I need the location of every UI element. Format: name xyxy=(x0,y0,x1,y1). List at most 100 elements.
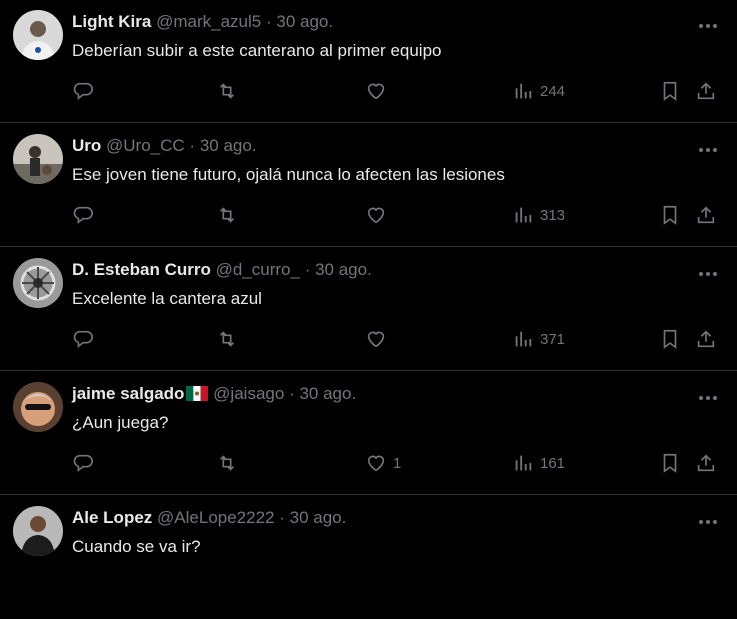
retweet-icon xyxy=(216,328,238,350)
retweet-button[interactable] xyxy=(216,326,238,352)
separator-dot: · xyxy=(265,12,272,31)
separator-dot: · xyxy=(189,136,196,155)
bookmark-button[interactable] xyxy=(659,326,681,352)
retweet-button[interactable] xyxy=(216,202,238,228)
reply-button[interactable] xyxy=(72,326,94,352)
tweet-actions: 244 xyxy=(72,78,720,104)
reply-button[interactable] xyxy=(72,202,94,228)
author-handle[interactable]: @jaisago xyxy=(213,384,284,403)
tweet-header: Light Kira @mark_azul5 · 30 ago. xyxy=(72,11,333,33)
tweet-date[interactable]: 30 ago. xyxy=(290,508,347,527)
heart-icon xyxy=(365,80,387,102)
views-count: 161 xyxy=(540,454,566,472)
author-name[interactable]: Ale Lopez xyxy=(72,508,152,527)
avatar[interactable] xyxy=(13,506,63,556)
more-dots-icon[interactable] xyxy=(697,142,719,152)
views-button[interactable]: 244 xyxy=(512,78,565,104)
tweet-item[interactable]: jaime salgado @jaisago · 30 ago. ¿Aun ju… xyxy=(0,372,737,495)
retweet-button[interactable] xyxy=(216,450,238,476)
separator-dot: · xyxy=(289,384,295,403)
views-button[interactable]: 161 xyxy=(512,450,565,476)
separator-dot: · xyxy=(279,508,285,527)
bookmark-icon xyxy=(659,80,681,102)
bookmark-icon xyxy=(659,328,681,350)
avatar[interactable] xyxy=(13,134,63,184)
author-handle[interactable]: @Uro_CC xyxy=(106,136,185,155)
share-button[interactable] xyxy=(695,326,717,352)
views-count: 371 xyxy=(540,330,566,348)
author-name[interactable]: jaime salgado xyxy=(72,384,184,403)
tweet-text: Ese joven tiene futuro, ojalá nunca lo a… xyxy=(72,165,505,184)
like-button[interactable] xyxy=(365,78,393,104)
heart-icon xyxy=(365,328,387,350)
tweet-date[interactable]: 30 ago. xyxy=(315,260,372,279)
retweet-icon xyxy=(216,204,238,226)
author-handle[interactable]: @mark_azul5 xyxy=(156,12,261,31)
separator-dot: · xyxy=(304,260,311,279)
share-icon xyxy=(695,328,717,350)
bookmark-icon xyxy=(659,204,681,226)
tweet-item[interactable]: Light Kira @mark_azul5 · 30 ago. Debería… xyxy=(0,0,737,123)
tweet-text: Excelente la cantera azul xyxy=(72,289,262,308)
tweet-item[interactable]: D. Esteban Curro @d_curro_ · 30 ago. Exc… xyxy=(0,248,737,371)
views-count: 244 xyxy=(540,82,566,100)
views-bar-chart-icon xyxy=(512,452,534,474)
views-button[interactable]: 371 xyxy=(512,326,565,352)
views-count: 313 xyxy=(540,206,566,224)
reply-button[interactable] xyxy=(72,78,94,104)
reply-icon xyxy=(72,452,94,474)
avatar[interactable] xyxy=(13,258,63,308)
share-button[interactable] xyxy=(695,78,717,104)
tweet-actions: 371 xyxy=(72,326,720,352)
author-name[interactable]: Light Kira xyxy=(72,12,151,31)
bookmark-icon xyxy=(659,452,681,474)
heart-icon xyxy=(365,452,387,474)
retweet-icon xyxy=(216,80,238,102)
views-bar-chart-icon xyxy=(512,328,534,350)
more-dots-icon[interactable] xyxy=(697,266,719,276)
tweet-date[interactable]: 30 ago. xyxy=(299,384,356,403)
like-button[interactable] xyxy=(365,202,393,228)
tweet-item[interactable]: Uro @Uro_CC · 30 ago. Ese joven tiene fu… xyxy=(0,124,737,247)
mexico-flag-icon xyxy=(186,385,209,401)
more-dots-icon[interactable] xyxy=(697,514,719,524)
tweet-text: Deberían subir a este canterano al prime… xyxy=(72,41,442,60)
more-dots-icon[interactable] xyxy=(697,18,719,28)
bookmark-button[interactable] xyxy=(659,78,681,104)
share-button[interactable] xyxy=(695,202,717,228)
share-icon xyxy=(695,80,717,102)
author-name[interactable]: D. Esteban Curro xyxy=(72,260,211,279)
reply-icon xyxy=(72,204,94,226)
tweet-header: jaime salgado @jaisago · 30 ago. xyxy=(72,383,356,405)
avatar[interactable] xyxy=(13,382,63,432)
views-bar-chart-icon xyxy=(512,80,534,102)
tweet-text: ¿Aun juega? xyxy=(72,413,169,432)
author-handle[interactable]: @AleLope2222 xyxy=(157,508,274,527)
tweet-header: Uro @Uro_CC · 30 ago. xyxy=(72,135,257,157)
views-button[interactable]: 313 xyxy=(512,202,565,228)
like-button[interactable] xyxy=(365,326,393,352)
share-button[interactable] xyxy=(695,450,717,476)
reply-icon xyxy=(72,80,94,102)
tweet-date[interactable]: 30 ago. xyxy=(200,136,257,155)
tweet-date[interactable]: 30 ago. xyxy=(276,12,333,31)
tweet-item[interactable]: Ale Lopez @AleLope2222 · 30 ago. Cuando … xyxy=(0,496,737,619)
share-icon xyxy=(695,452,717,474)
more-dots-icon[interactable] xyxy=(697,390,719,400)
reply-button[interactable] xyxy=(72,450,94,476)
tweet-actions: 313 xyxy=(72,202,720,228)
author-handle[interactable]: @d_curro_ xyxy=(216,260,300,279)
author-name[interactable]: Uro xyxy=(72,136,101,155)
views-bar-chart-icon xyxy=(512,204,534,226)
retweet-icon xyxy=(216,452,238,474)
tweet-text: Cuando se va ir? xyxy=(72,537,201,556)
retweet-button[interactable] xyxy=(216,78,238,104)
share-icon xyxy=(695,204,717,226)
bookmark-button[interactable] xyxy=(659,450,681,476)
avatar[interactable] xyxy=(13,10,63,60)
reply-icon xyxy=(72,328,94,350)
heart-icon xyxy=(365,204,387,226)
reply-feed: Light Kira @mark_azul5 · 30 ago. Debería… xyxy=(0,0,737,567)
like-button[interactable]: 1 xyxy=(365,450,401,476)
bookmark-button[interactable] xyxy=(659,202,681,228)
